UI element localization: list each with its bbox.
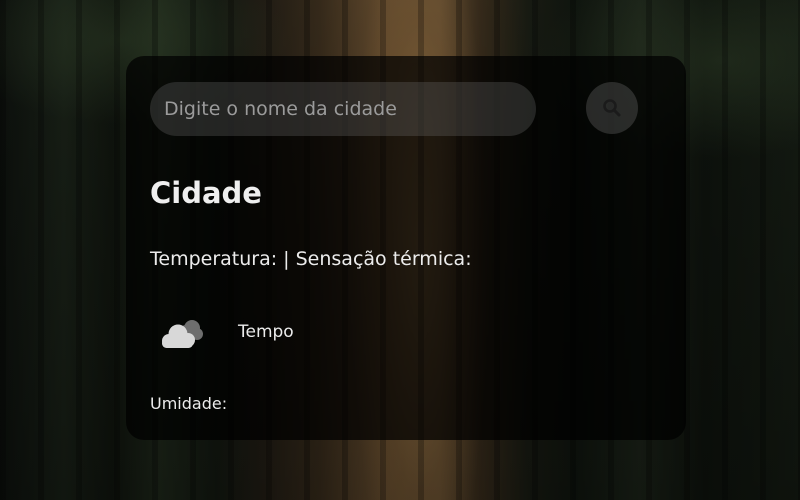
weather-card: Cidade Temperatura: | Sensação térmica: … [126,56,686,440]
search-input[interactable] [150,82,536,136]
search-button[interactable] [586,82,638,134]
temperature-line: Temperatura: | Sensação térmica: [150,248,472,270]
city-name: Cidade [150,176,262,210]
weather-description: Tempo [238,322,294,342]
cloud-icon [162,320,203,348]
search-icon [603,99,621,117]
humidity-label: Umidade: [150,394,228,413]
weather-condition: Tempo [156,312,294,352]
